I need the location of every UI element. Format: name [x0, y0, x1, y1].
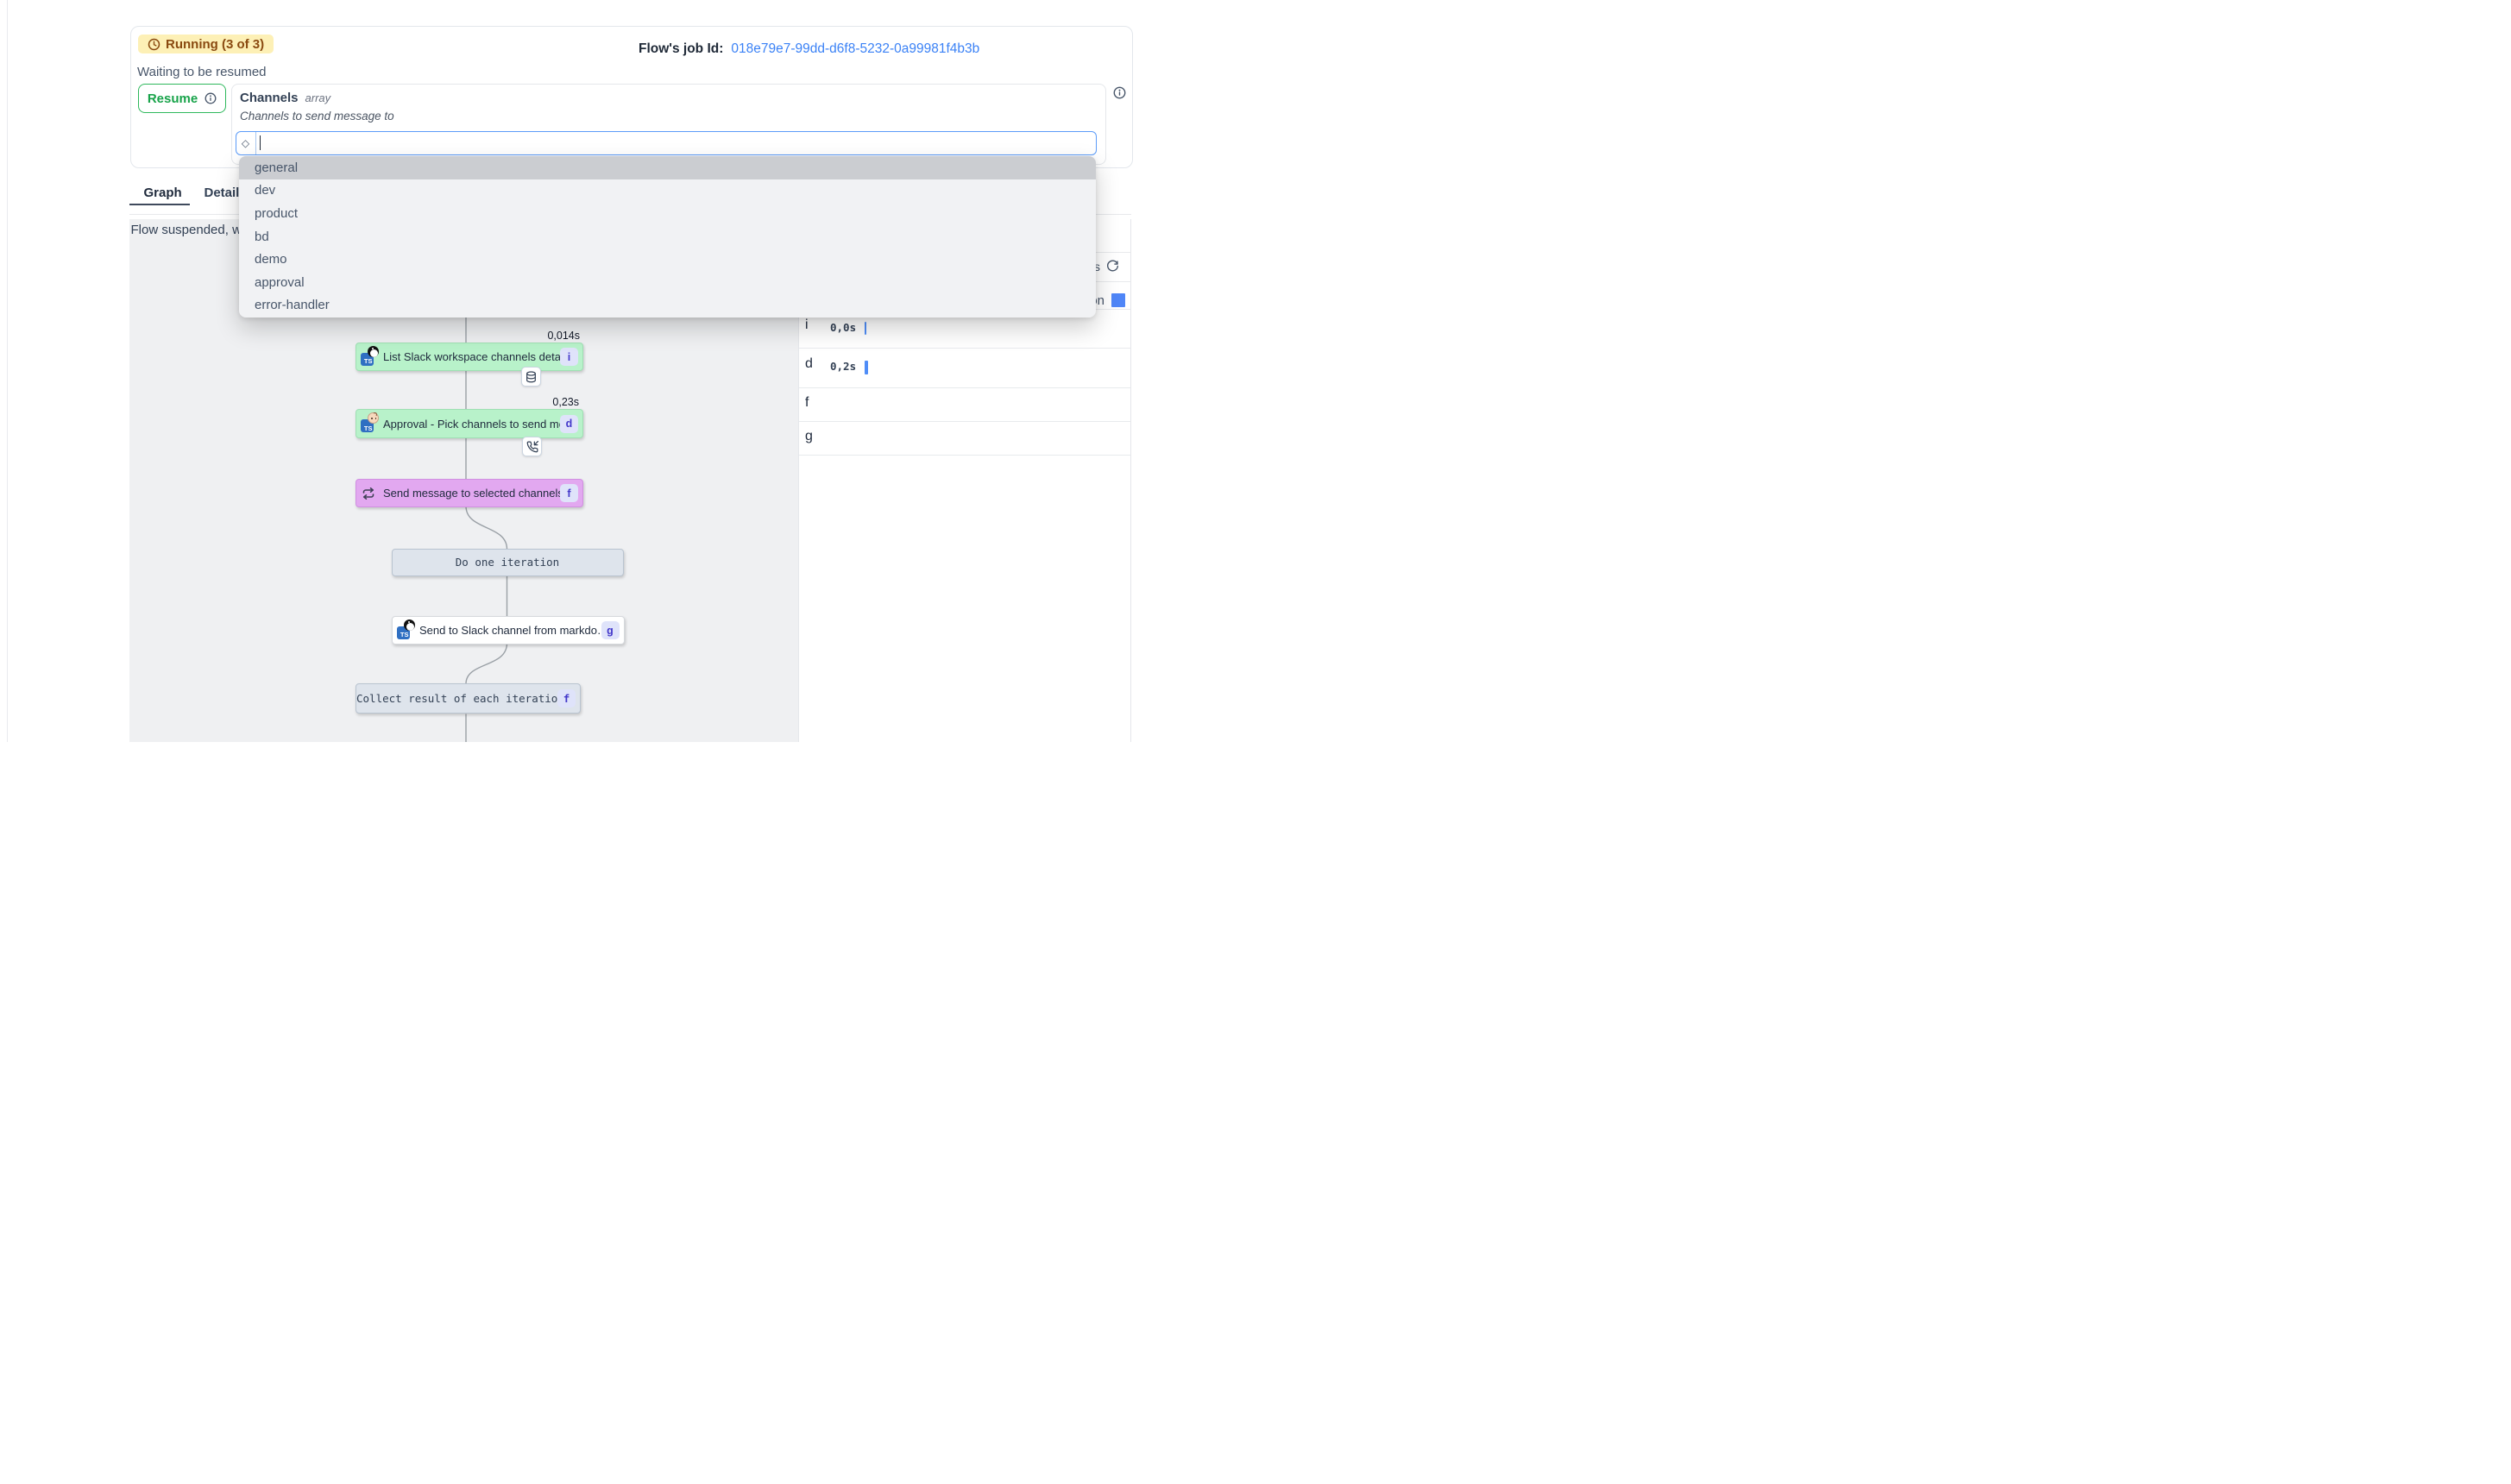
timeline-bar: [865, 322, 866, 335]
text-caret: [260, 135, 261, 150]
resume-info-icon[interactable]: [205, 92, 217, 104]
active-tab-underline: [129, 204, 190, 206]
node-label: Do one iteration: [393, 556, 623, 569]
form-field-name: Channels: [240, 91, 299, 105]
resume-button-label: Resume: [148, 91, 198, 106]
job-id-row: Flow's job Id: 018e79e7-99dd-d6f8-5232-0…: [639, 41, 979, 57]
clock-icon: [148, 38, 160, 51]
step-timing: 0,23s: [510, 396, 579, 408]
node-label: Send message to selected channels: [383, 487, 560, 500]
legend-color-square: [1111, 293, 1125, 307]
node-label: List Slack workspace channels details: [383, 350, 560, 363]
step-id-chip: f: [560, 484, 578, 502]
channels-input[interactable]: ◇: [236, 131, 1097, 155]
graph-node-forloop[interactable]: Send message to selected channels f: [356, 479, 583, 507]
dropdown-option-dev[interactable]: dev: [239, 179, 1096, 203]
waiting-text: Waiting to be resumed: [137, 65, 267, 79]
channels-dropdown: general dev product bd demo approval err…: [239, 156, 1096, 318]
dropdown-option-error-handler[interactable]: error-handler: [239, 294, 1096, 318]
sidebar-edge-divider: [7, 0, 8, 742]
node-label: Collect result of each iteration: [356, 692, 557, 705]
job-id-label: Flow's job Id:: [639, 41, 723, 57]
timeline-bar: [865, 361, 868, 374]
form-field-description: Channels to send message to: [240, 110, 394, 123]
phone-incoming-icon: [526, 441, 538, 453]
typescript-baby-icon: TS: [361, 414, 383, 433]
step-duration: 0,0s: [830, 321, 856, 334]
step-id-chip: i: [560, 348, 578, 366]
refresh-icon[interactable]: [1106, 260, 1119, 273]
node-label: Send to Slack channel from markdo…: [419, 624, 601, 637]
job-id-link[interactable]: 018e79e7-99dd-d6f8-5232-0a99981f4b3b: [731, 41, 979, 57]
database-icon: [525, 371, 537, 383]
dropdown-option-demo[interactable]: demo: [239, 248, 1096, 271]
status-badge: Running (3 of 3): [138, 35, 274, 53]
form-field-title: Channels array: [240, 91, 330, 105]
flow-run-page: Running (3 of 3) Waiting to be resumed R…: [0, 0, 1256, 742]
step-id: f: [805, 395, 809, 411]
step-id-chip: g: [601, 621, 620, 639]
repeat-icon: [361, 487, 383, 500]
step-id: d: [805, 356, 813, 372]
status-badge-label: Running (3 of 3): [166, 37, 264, 52]
resume-button[interactable]: Resume: [138, 84, 226, 113]
graph-node-collect[interactable]: Collect result of each iteration f: [356, 683, 581, 714]
dropdown-option-product[interactable]: product: [239, 202, 1096, 225]
step-id-chip: f: [557, 689, 576, 707]
form-field-type: array: [305, 91, 331, 104]
dropdown-option-general[interactable]: general: [239, 156, 1096, 179]
step-timing: 0,014s: [511, 330, 580, 342]
step-id-chip: d: [560, 415, 578, 433]
suspend-icon-box[interactable]: [522, 437, 542, 456]
step-duration: 0,2s: [830, 360, 856, 373]
graph-node-send-slack[interactable]: TS Send to Slack channel from markdo… g: [392, 616, 625, 645]
dropdown-option-approval[interactable]: approval: [239, 271, 1096, 294]
tab-graph[interactable]: Graph: [144, 186, 182, 200]
step-id: g: [805, 429, 813, 444]
diamond-icon: ◇: [236, 132, 256, 154]
form-info-icon[interactable]: [1113, 86, 1126, 99]
graph-node-iteration[interactable]: Do one iteration: [392, 549, 624, 576]
graph-node-approval[interactable]: TS Approval - Pick channels to send me… …: [356, 409, 583, 438]
dropdown-option-bd[interactable]: bd: [239, 225, 1096, 248]
step-id: i: [805, 318, 809, 333]
timeline-row-f[interactable]: f: [799, 387, 1130, 421]
flow-status-card: Running (3 of 3) Waiting to be resumed R…: [130, 26, 1133, 168]
cache-icon-box[interactable]: [521, 367, 541, 387]
node-label: Approval - Pick channels to send me…: [383, 418, 560, 431]
typescript-deno-icon: TS: [361, 348, 383, 367]
timeline-row-d[interactable]: d 0,2s: [799, 348, 1130, 387]
graph-node-list-channels[interactable]: TS List Slack workspace channels details…: [356, 343, 583, 371]
typescript-deno-icon: TS: [397, 621, 419, 640]
row-divider: [799, 455, 1130, 456]
timeline-row-g[interactable]: g: [799, 421, 1130, 455]
